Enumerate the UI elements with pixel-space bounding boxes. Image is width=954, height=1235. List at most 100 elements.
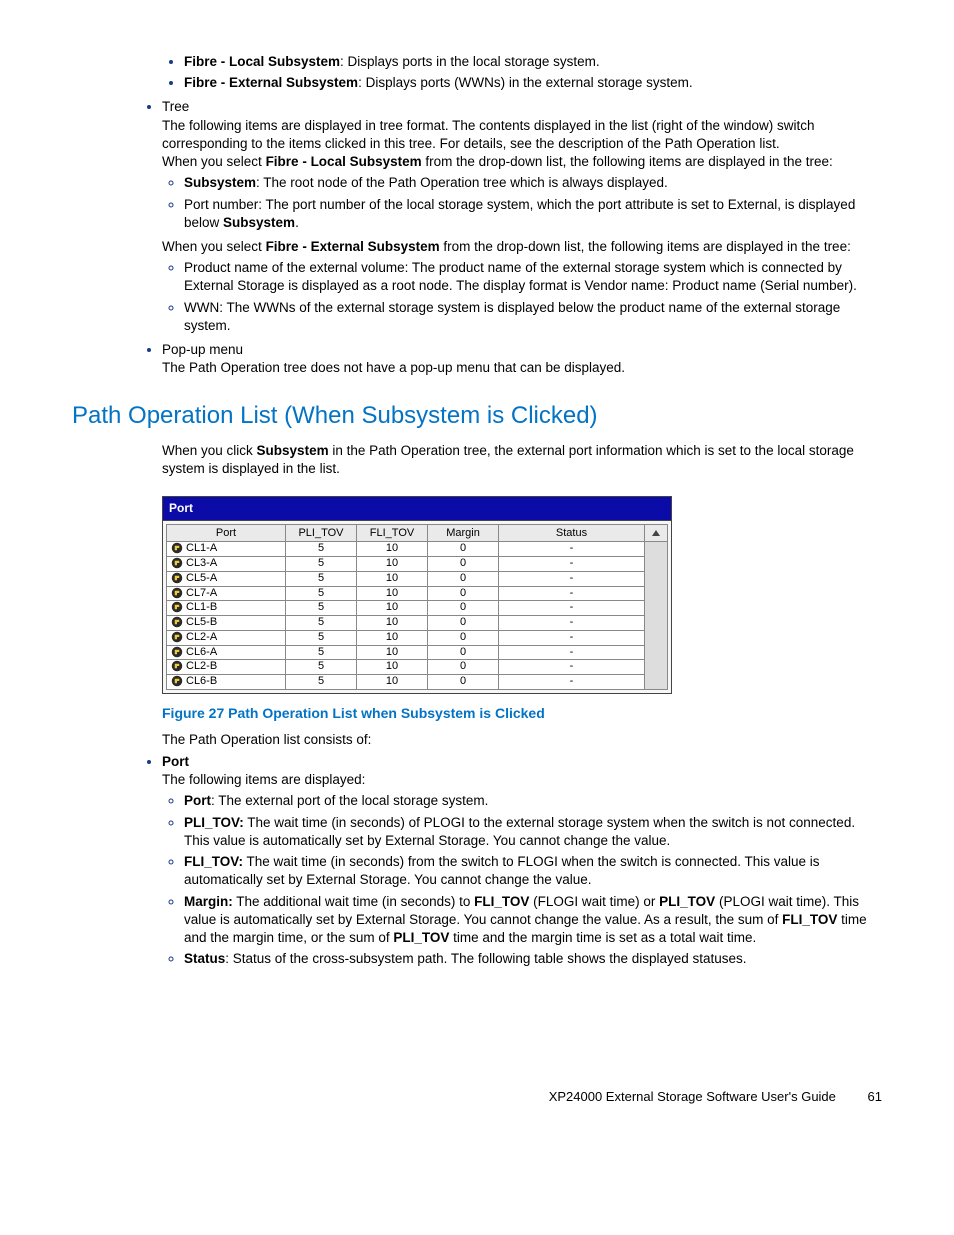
cell-port: CL5-B [167,616,286,631]
cell-status: - [499,675,645,690]
port-icon [171,675,183,687]
tree-ext1: Product name of the external volume: The… [184,259,882,295]
cell-port: CL2-A [167,630,286,645]
table-row[interactable]: CL1-B5100- [167,601,668,616]
port-field-item: Port The following items are displayed: … [162,753,882,968]
cell-margin: 0 [428,601,499,616]
cell-pli: 5 [286,557,357,572]
cell-fli: 10 [357,542,428,557]
cell-pli: 5 [286,616,357,631]
table-row[interactable]: CL6-B5100- [167,675,668,690]
popup-item: Pop-up menu The Path Operation tree does… [162,341,882,377]
table-row[interactable]: CL7-A5100- [167,586,668,601]
page-footer: XP24000 External Storage Software User's… [72,1088,882,1106]
cell-pli: 5 [286,675,357,690]
port-panel-header: Port [162,496,672,519]
fibre-ext-label: Fibre - External Subsystem [184,75,358,90]
cell-port: CL6-A [167,645,286,660]
table-row[interactable]: CL6-A5100- [167,645,668,660]
port-icon [171,557,183,569]
cell-port: CL3-A [167,557,286,572]
table-row[interactable]: CL2-B5100- [167,660,668,675]
port-field-label: Port [162,754,189,769]
section-body: When you click Subsystem in the Path Ope… [162,442,882,968]
cell-pli: 5 [286,571,357,586]
table-row[interactable]: CL5-A5100- [167,571,668,586]
cell-fli: 10 [357,571,428,586]
cell-status: - [499,645,645,660]
fibre-local-item: Fibre - Local Subsystem: Displays ports … [184,53,882,71]
cell-status: - [499,542,645,557]
port-icon [171,587,183,599]
cell-margin: 0 [428,586,499,601]
col-margin[interactable]: Margin [428,524,499,542]
cell-fli: 10 [357,660,428,675]
tree-ext2: WWN: The WWNs of the external storage sy… [184,299,882,335]
section-heading: Path Operation List (When Subsystem is C… [72,400,882,432]
cell-status: - [499,557,645,572]
cell-status: - [499,571,645,586]
cell-port: CL1-A [167,542,286,557]
port-icon [171,572,183,584]
footer-guide: XP24000 External Storage Software User's… [549,1089,836,1104]
cell-margin: 0 [428,557,499,572]
col-pli[interactable]: PLI_TOV [286,524,357,542]
port-icon [171,601,183,613]
port-table-wrap: Port PLI_TOV FLI_TOV Margin Status CL1-A… [162,520,672,694]
cell-pli: 5 [286,630,357,645]
col-status[interactable]: Status [499,524,645,542]
fibre-local-text: : Displays ports in the local storage sy… [340,54,600,69]
col-port[interactable]: Port [167,524,286,542]
cell-margin: 0 [428,645,499,660]
cell-status: - [499,660,645,675]
table-row[interactable]: CL2-A5100- [167,630,668,645]
cell-fli: 10 [357,557,428,572]
figure-caption: Figure 27 Path Operation List when Subsy… [162,704,882,723]
cell-fli: 10 [357,586,428,601]
tree-item: Tree The following items are displayed i… [162,98,882,335]
list-intro: The Path Operation list consists of: [162,731,882,749]
tree-para1: The following items are displayed in tre… [162,117,882,153]
cell-status: - [499,616,645,631]
port-fields-list: Port The following items are displayed: … [162,753,882,968]
cell-status: - [499,630,645,645]
tree-para3: When you select Fibre - External Subsyst… [162,238,882,256]
cell-port: CL5-A [167,571,286,586]
cell-margin: 0 [428,675,499,690]
port-icon [171,616,183,628]
cell-margin: 0 [428,542,499,557]
pf-status: Status: Status of the cross-subsystem pa… [184,950,882,968]
fibre-ext-item: Fibre - External Subsystem: Displays por… [184,74,882,92]
cell-margin: 0 [428,660,499,675]
fibre-ext-text: : Displays ports (WWNs) in the external … [358,75,693,90]
scrollbar-track[interactable] [645,542,668,690]
cell-port: CL7-A [167,586,286,601]
cell-fli: 10 [357,675,428,690]
port-icon [171,542,183,554]
col-fli[interactable]: FLI_TOV [357,524,428,542]
fibre-list: Fibre - Local Subsystem: Displays ports … [162,53,882,92]
pf-fli: FLI_TOV: The wait time (in seconds) from… [184,853,882,889]
cell-margin: 0 [428,630,499,645]
footer-page: 61 [868,1089,882,1104]
cell-pli: 5 [286,660,357,675]
pf-pli: PLI_TOV: The wait time (in seconds) of P… [184,814,882,850]
table-row[interactable]: CL5-B5100- [167,616,668,631]
cell-status: - [499,586,645,601]
scroll-up-button[interactable] [645,524,668,542]
cell-status: - [499,601,645,616]
table-row[interactable]: CL3-A5100- [167,557,668,572]
cell-fli: 10 [357,601,428,616]
cell-pli: 5 [286,645,357,660]
port-icon [171,646,183,658]
cell-port: CL6-B [167,675,286,690]
tree-sub2: Port number: The port number of the loca… [184,196,882,232]
cell-fli: 10 [357,645,428,660]
page-content: Fibre - Local Subsystem: Displays ports … [162,53,882,378]
cell-fli: 10 [357,616,428,631]
cell-pli: 5 [286,601,357,616]
fibre-local-label: Fibre - Local Subsystem [184,54,340,69]
section-para: When you click Subsystem in the Path Ope… [162,442,882,478]
port-table-header-row: Port PLI_TOV FLI_TOV Margin Status [167,524,668,542]
table-row[interactable]: CL1-A5100- [167,542,668,557]
